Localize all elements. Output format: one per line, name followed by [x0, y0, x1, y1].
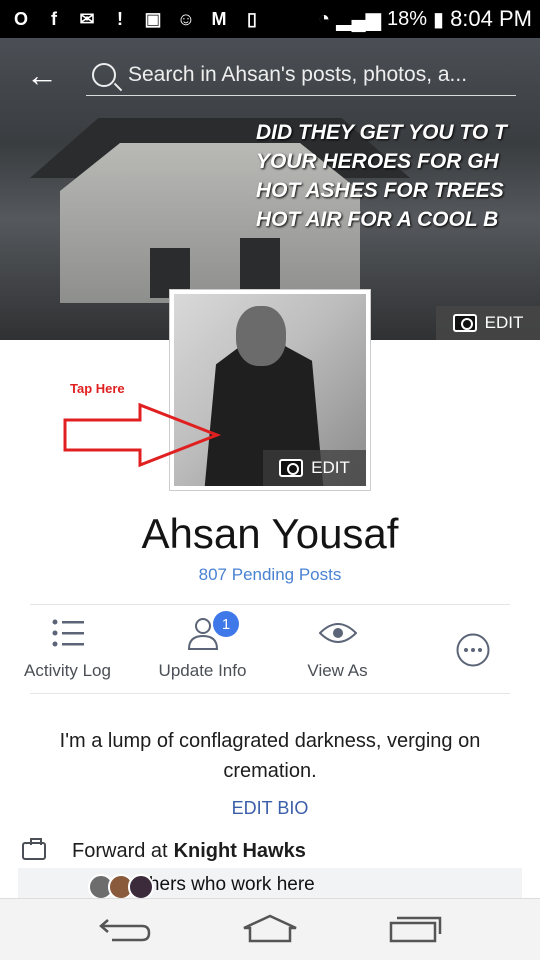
profile-actions: Activity Log 1 Update Info View As — [24, 604, 510, 695]
battery-percent: 18% — [387, 7, 428, 30]
opera-icon: O — [13, 8, 28, 29]
messenger-icon: ✉ — [79, 8, 95, 29]
work-prefix: Forward at — [72, 839, 168, 862]
quote-line: YOUR HEROES FOR GH — [256, 150, 499, 173]
more-icon — [456, 605, 490, 695]
home-nav-icon[interactable] — [240, 909, 300, 949]
gallery-icon: ▣ — [144, 8, 162, 29]
bear-icon: ☺ — [176, 8, 196, 29]
clock: 8:04 PM — [450, 6, 532, 31]
list-icon — [52, 605, 84, 661]
signal-icon: ▂▄▆ — [336, 8, 382, 31]
quote-line: HOT ASHES FOR TREES — [256, 179, 504, 202]
edit-bio-button[interactable]: EDIT BIO — [0, 798, 540, 819]
vibrate-icon: ▯ — [247, 8, 257, 29]
back-arrow-icon[interactable]: ← — [26, 58, 60, 92]
bio-text: I'm a lump of conflagrated darkness, ver… — [59, 730, 481, 782]
eye-icon — [318, 605, 357, 661]
tap-here-annotation: Tap Here — [70, 381, 125, 396]
edit-profile-label: EDIT — [311, 458, 350, 477]
pending-posts-link[interactable]: 807 Pending Posts — [0, 565, 540, 585]
battery-icon: ▮ — [433, 8, 445, 31]
avatar-group — [88, 874, 154, 900]
quote-line: HOT AIR FOR A COOL B — [256, 208, 499, 231]
briefcase-icon — [22, 838, 46, 860]
view-as-button[interactable]: View As — [290, 605, 385, 695]
profile-name: Ahsan Yousaf — [141, 510, 399, 557]
work-company[interactable]: Knight Hawks — [174, 840, 306, 863]
red-arrow-annotation — [63, 402, 222, 468]
update-info-button[interactable]: 1 Update Info — [150, 605, 255, 695]
activity-log-label: Activity Log — [24, 661, 111, 680]
see-others-button[interactable]: See others who work here — [18, 868, 522, 902]
edit-profile-picture-button[interactable]: EDIT — [263, 450, 366, 486]
recent-apps-icon[interactable] — [385, 909, 445, 949]
search-placeholder: Search in Ahsan's posts, photos, a... — [128, 62, 468, 86]
alert-icon: ! — [117, 8, 123, 29]
more-button[interactable] — [445, 605, 500, 695]
camera-icon — [279, 459, 304, 477]
avatar — [128, 874, 154, 900]
back-nav-icon[interactable] — [95, 909, 155, 949]
activity-log-button[interactable]: Activity Log — [20, 605, 115, 695]
quote-line: DID THEY GET YOU TO T — [256, 121, 507, 144]
edit-cover-label: EDIT — [484, 313, 524, 332]
cover-quote: DID THEY GET YOU TO T YOUR HEROES FOR GH… — [256, 118, 507, 234]
search-input[interactable]: Search in Ahsan's posts, photos, a... — [86, 54, 516, 96]
navigation-bar — [0, 898, 540, 960]
wifi-icon: ◔ — [317, 7, 331, 30]
search-icon — [92, 62, 116, 87]
camera-icon — [452, 314, 477, 332]
status-bar: O f ✉ ! ▣ ☺ M ▯ ◔ ▂▄▆ 18% ▮ 8:04 PM — [0, 0, 540, 38]
view-as-label: View As — [307, 661, 368, 680]
person-icon — [187, 605, 219, 661]
gmail-icon: M — [211, 8, 227, 29]
notification-badge: 1 — [213, 611, 239, 637]
edit-cover-button[interactable]: EDIT — [436, 306, 540, 340]
work-info: Forward at Knight Hawks — [22, 836, 306, 866]
facebook-icon: f — [51, 8, 57, 29]
update-info-label: Update Info — [158, 661, 247, 680]
